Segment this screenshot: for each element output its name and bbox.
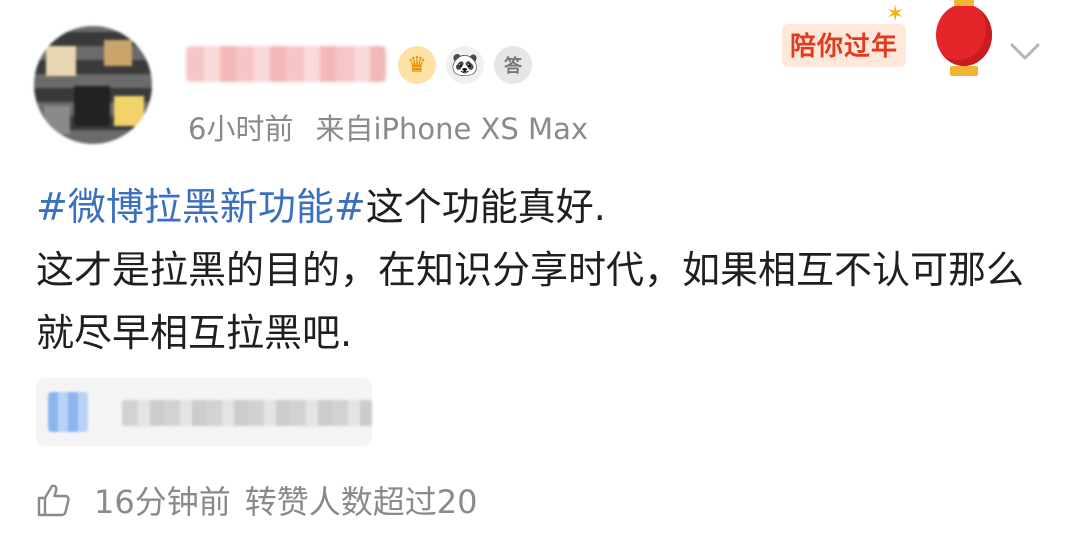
- link-card-icon: [48, 392, 88, 432]
- username-blurred[interactable]: [186, 46, 386, 82]
- repost-count-text: 转赞人数超过20: [244, 483, 478, 521]
- panda-icon[interactable]: 🐼: [446, 46, 484, 84]
- post-time: 6小时前: [188, 112, 294, 146]
- avatar[interactable]: [34, 26, 152, 144]
- post-text-line2: 这才是拉黑的目的，在知识分享时代，如果相互不认可那么就尽早相互拉黑吧.: [36, 248, 1025, 355]
- post-footer: 16分钟前 转赞人数超过20: [34, 476, 477, 524]
- promo-label: 陪你过年: [782, 24, 907, 67]
- post-source: 来自iPhone XS Max: [315, 112, 589, 146]
- footer-time: 16分钟前: [94, 483, 231, 521]
- link-card[interactable]: [36, 378, 372, 446]
- post-content: #微博拉黑新功能#这个功能真好. 这才是拉黑的目的，在知识分享时代，如果相互不认…: [36, 176, 1046, 365]
- chevron-down-icon[interactable]: [1008, 36, 1042, 66]
- post-text-line1: 这个功能真好.: [365, 185, 606, 229]
- post-meta: 6小时前 来自iPhone XS Max: [188, 106, 588, 148]
- crown-icon[interactable]: ♛: [398, 46, 436, 84]
- thumbs-up-icon[interactable]: [34, 481, 72, 519]
- medal-icon[interactable]: 答: [494, 46, 532, 84]
- lantern-icon: [936, 0, 992, 76]
- link-card-text-blurred: [122, 400, 372, 426]
- new-year-promo[interactable]: ✶ 陪你过年: [778, 0, 1000, 78]
- topic-link[interactable]: #微博拉黑新功能#: [36, 185, 366, 229]
- medal-label: 答: [504, 56, 522, 77]
